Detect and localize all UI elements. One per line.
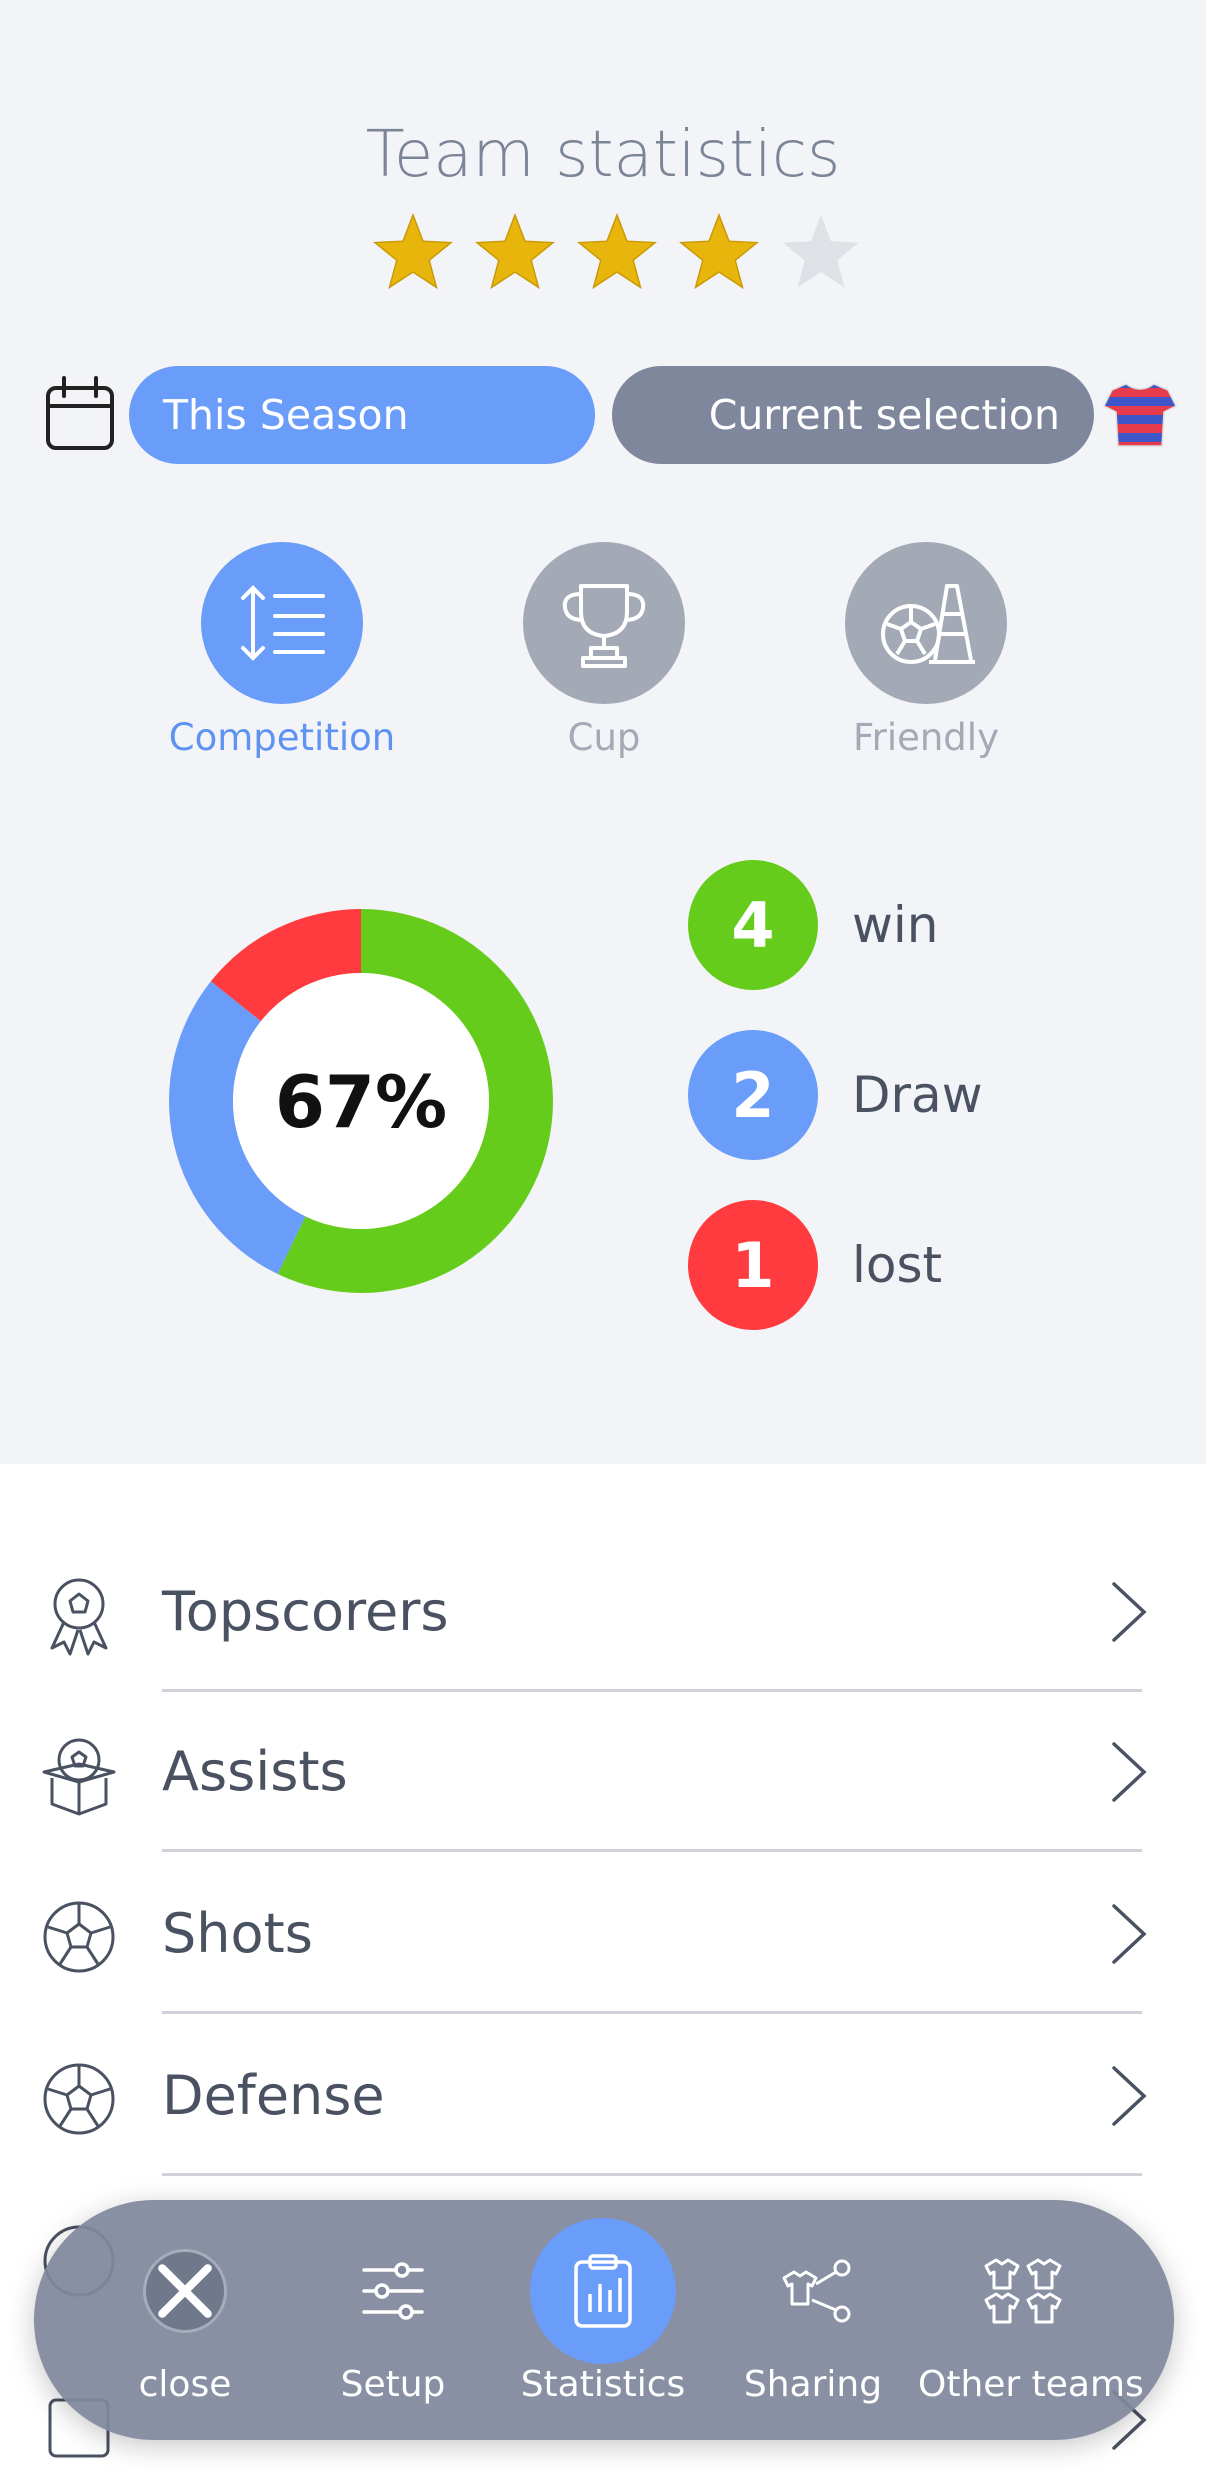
category-cup[interactable]: Cup xyxy=(454,542,754,759)
medal-ball-icon xyxy=(50,1578,108,1656)
trophy-icon xyxy=(562,584,646,668)
share-shirt-icon xyxy=(782,2259,851,2323)
rating-stars xyxy=(370,210,864,296)
stats-label: Topscorers xyxy=(162,1580,449,1643)
selection-selector[interactable]: Current selection xyxy=(612,366,1094,464)
summary-panel: Team statistics This Season Current sele… xyxy=(0,0,1206,1464)
ball-cone-icon xyxy=(881,584,975,664)
star-filled-icon xyxy=(679,212,759,290)
stats-row-defense[interactable]: Defense xyxy=(0,2014,1206,2176)
result-draw: 2 Draw xyxy=(688,1030,983,1160)
lost-count-badge: 1 xyxy=(688,1200,818,1330)
dock-label: Statistics xyxy=(520,2364,686,2405)
category-label: Friendly xyxy=(853,716,999,759)
dock-other-teams[interactable]: Other teams xyxy=(918,2218,1144,2428)
chevron-right-icon xyxy=(1112,1742,1147,1802)
dock-label: Setup xyxy=(340,2364,446,2405)
sliders-icon xyxy=(362,2262,424,2320)
dock-sharing[interactable]: Sharing xyxy=(708,2218,918,2428)
star-filled-icon xyxy=(373,212,453,290)
clipboard-chart-icon xyxy=(574,2254,632,2328)
star-filled-icon xyxy=(475,212,555,290)
calendar-icon[interactable] xyxy=(44,376,116,452)
dock-setup[interactable]: Setup xyxy=(288,2218,498,2428)
chevron-right-icon xyxy=(1112,2066,1147,2126)
win-label: win xyxy=(852,896,939,954)
chevron-right-icon xyxy=(1112,1582,1147,1642)
lost-label: lost xyxy=(852,1236,943,1294)
dock-close[interactable]: close xyxy=(80,2218,290,2428)
win-percentage: 67% xyxy=(274,1060,448,1144)
result-lost: 1 lost xyxy=(688,1200,942,1330)
stats-label: Shots xyxy=(162,1902,313,1965)
dock-label: Sharing xyxy=(743,2364,883,2405)
result-win: 4 win xyxy=(688,860,938,990)
star-empty-icon xyxy=(783,215,859,288)
bottom-dock: close Setup Statistics Sharing Other tea… xyxy=(34,2200,1174,2440)
category-label: Competition xyxy=(168,716,396,759)
category-label: Cup xyxy=(567,716,641,759)
ball-icon xyxy=(43,2063,115,2135)
ball-icon xyxy=(43,1901,115,1973)
star-filled-icon xyxy=(577,212,657,290)
team-shirt-icon[interactable] xyxy=(1102,380,1178,450)
dock-label: close xyxy=(138,2364,232,2405)
shirts-icon xyxy=(984,2258,1062,2324)
win-count-badge: 4 xyxy=(688,860,818,990)
box-ball-icon xyxy=(42,1738,116,1816)
category-friendly[interactable]: Friendly xyxy=(776,542,1076,759)
draw-count-badge: 2 xyxy=(688,1030,818,1160)
stats-row-shots[interactable]: Shots xyxy=(0,1852,1206,2014)
stats-label: Defense xyxy=(162,2064,385,2127)
season-selector[interactable]: This Season xyxy=(129,366,595,464)
dock-label: Other teams xyxy=(918,2364,1144,2405)
stats-label: Assists xyxy=(162,1740,348,1803)
list-sort-icon xyxy=(241,585,325,661)
stats-row-topscorers[interactable]: Topscorers xyxy=(0,1530,1206,1692)
category-competition[interactable]: Competition xyxy=(132,542,432,759)
draw-label: Draw xyxy=(852,1066,983,1124)
stats-row-assists[interactable]: Assists xyxy=(0,1690,1206,1852)
chevron-right-icon xyxy=(1112,1904,1147,1964)
dock-statistics[interactable]: Statistics xyxy=(498,2218,708,2428)
close-icon xyxy=(158,2264,212,2318)
page-title: Team statistics xyxy=(365,118,841,192)
